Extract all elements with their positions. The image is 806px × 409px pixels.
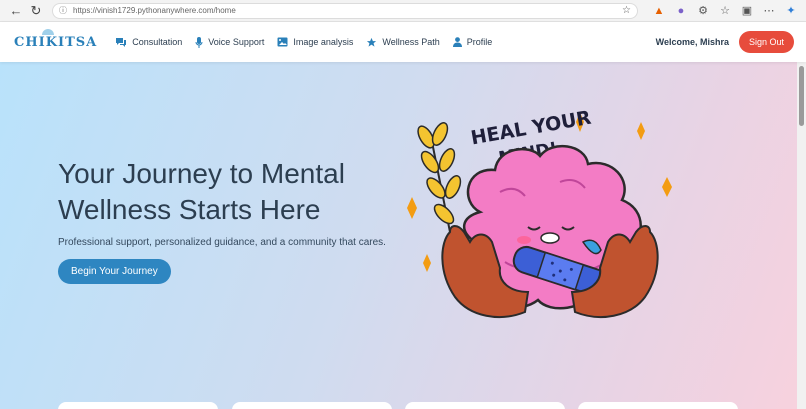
- sparkle-icon: [662, 177, 672, 197]
- chat-icon: [115, 37, 127, 47]
- welcome-text: Welcome, Mishra: [655, 37, 729, 47]
- collections-icon[interactable]: ▣: [738, 2, 756, 20]
- feature-card[interactable]: [58, 402, 218, 409]
- hero-section: Your Journey to Mental Wellness Starts H…: [0, 62, 797, 409]
- extension-fox-icon[interactable]: ▲: [650, 2, 668, 20]
- feature-card[interactable]: [405, 402, 565, 409]
- nav-consultation-label: Consultation: [132, 37, 183, 47]
- begin-journey-button[interactable]: Begin Your Journey: [58, 259, 171, 284]
- wheat-icon: [417, 122, 462, 243]
- nav-image-analysis[interactable]: Image analysis: [277, 37, 353, 47]
- nav-profile[interactable]: Profile: [452, 37, 493, 47]
- puzzle-icon[interactable]: ⚙: [694, 2, 712, 20]
- nav-consultation[interactable]: Consultation: [115, 37, 182, 47]
- image-icon: [277, 37, 288, 47]
- feature-card[interactable]: [232, 402, 392, 409]
- site-logo[interactable]: CHIKITSA: [14, 28, 98, 50]
- sparkle-icon: [407, 197, 417, 219]
- logo-text: CHIKITSA: [14, 34, 98, 50]
- extension-icon[interactable]: ●: [672, 2, 690, 20]
- url-text[interactable]: https://vinish1729.pythonanywhere.com/ho…: [73, 6, 622, 15]
- star-icon: [366, 37, 377, 48]
- sparkle-icon: [423, 254, 431, 272]
- site-info-icon[interactable]: ⓘ: [59, 5, 67, 16]
- user-icon: [452, 37, 462, 47]
- copilot-icon[interactable]: ✦: [782, 2, 800, 20]
- bookmark-star-icon[interactable]: ☆: [622, 5, 631, 16]
- more-icon[interactable]: ⋯: [760, 2, 778, 20]
- hero-title: Your Journey to Mental Wellness Starts H…: [58, 158, 345, 225]
- nav-voice-support-label: Voice Support: [208, 37, 265, 47]
- logo-graduation-cap: [42, 28, 54, 35]
- feature-card[interactable]: [578, 402, 738, 409]
- reload-icon[interactable]: ↻: [26, 2, 46, 20]
- sparkle-icon: [637, 122, 645, 140]
- nav-profile-label: Profile: [466, 37, 493, 47]
- microphone-icon: [195, 36, 203, 48]
- favorites-icon[interactable]: ☆: [716, 2, 734, 20]
- nav-wellness-path[interactable]: Wellness Path: [366, 37, 440, 48]
- nav-voice-support[interactable]: Voice Support: [195, 36, 265, 48]
- back-icon[interactable]: ←: [6, 2, 26, 20]
- heal-your-mind-illustration: HEAL YOUR MIND!: [407, 107, 672, 318]
- page-scrollbar[interactable]: [797, 62, 806, 409]
- sign-out-button[interactable]: Sign Out: [738, 31, 794, 53]
- nav-wellness-path-label: Wellness Path: [382, 37, 440, 47]
- scrollbar-thumb[interactable]: [799, 66, 804, 126]
- browser-toolbar: ← ↻ ⓘ https://vinish1729.pythonanywhere.…: [0, 0, 806, 22]
- nav-image-analysis-label: Image analysis: [293, 37, 354, 47]
- hero-subtitle: Professional support, personalized guida…: [58, 237, 386, 248]
- site-navbar: CHIKITSA Consultation Voice Support Imag…: [0, 22, 806, 62]
- address-bar[interactable]: ⓘ https://vinish1729.pythonanywhere.com/…: [52, 2, 638, 19]
